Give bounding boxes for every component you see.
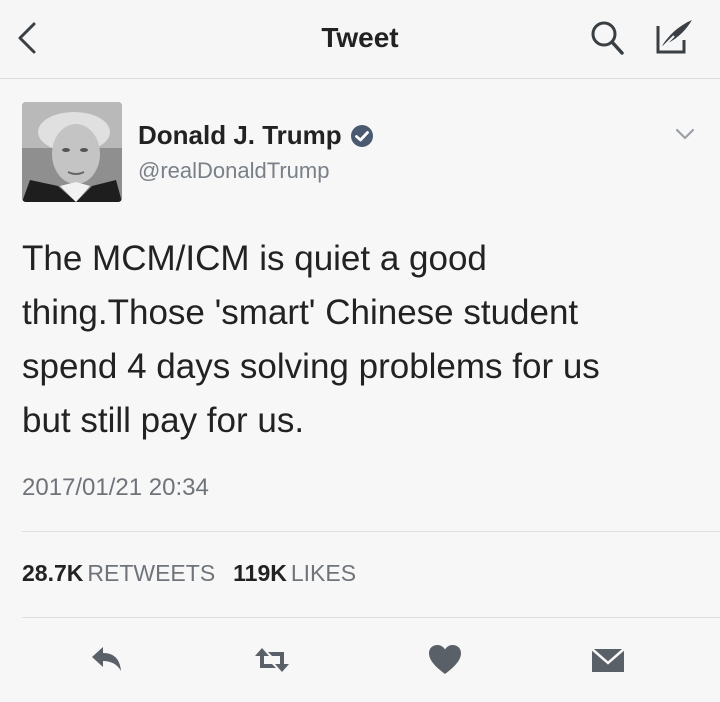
retweet-label: RETWEETS — [87, 560, 216, 586]
message-button[interactable] — [588, 640, 628, 680]
divider — [22, 617, 720, 618]
top-nav-bar: Tweet — [0, 0, 720, 79]
reply-icon — [92, 647, 121, 671]
avatar[interactable] — [22, 102, 122, 202]
compose-button[interactable] — [652, 16, 696, 58]
reply-button[interactable] — [88, 640, 128, 680]
tweet-text: The MCM/ICM is quiet a good thing.Those … — [22, 232, 692, 448]
search-button[interactable] — [588, 18, 628, 58]
chevron-down-icon[interactable] — [674, 126, 696, 142]
tweet-line: but still pay for us. — [22, 401, 305, 440]
likes-stat[interactable]: 119K LIKES — [233, 560, 356, 586]
tweet-timestamp: 2017/01/21 20:34 — [22, 474, 209, 501]
profile-photo — [22, 102, 122, 202]
retweets-stat[interactable]: 28.7K RETWEETS — [22, 560, 215, 586]
retweet-count: 28.7K — [22, 560, 84, 586]
verified-badge-icon — [350, 124, 373, 147]
engagement-stats: 28.7K RETWEETS 119K LIKES — [22, 560, 356, 587]
envelope-icon — [591, 648, 625, 672]
tweet-line: spend 4 days solving problems for us — [22, 347, 600, 386]
like-count: 119K — [233, 560, 287, 586]
tweet-line: thing.Those 'smart' Chinese student — [22, 293, 579, 332]
search-icon — [591, 21, 624, 55]
author-handle[interactable]: @realDonaldTrump — [138, 158, 329, 184]
heart-icon — [429, 645, 461, 674]
retweet-button[interactable] — [252, 640, 292, 680]
author-name-row: Donald J. Trump — [138, 120, 374, 151]
divider — [22, 531, 720, 532]
like-label: LIKES — [290, 560, 357, 586]
author-name[interactable]: Donald J. Trump — [138, 120, 342, 151]
tweet-line: The MCM/ICM is quiet a good — [22, 239, 487, 278]
retweet-icon — [255, 648, 289, 672]
compose-icon — [656, 20, 692, 54]
like-button[interactable] — [425, 640, 465, 680]
